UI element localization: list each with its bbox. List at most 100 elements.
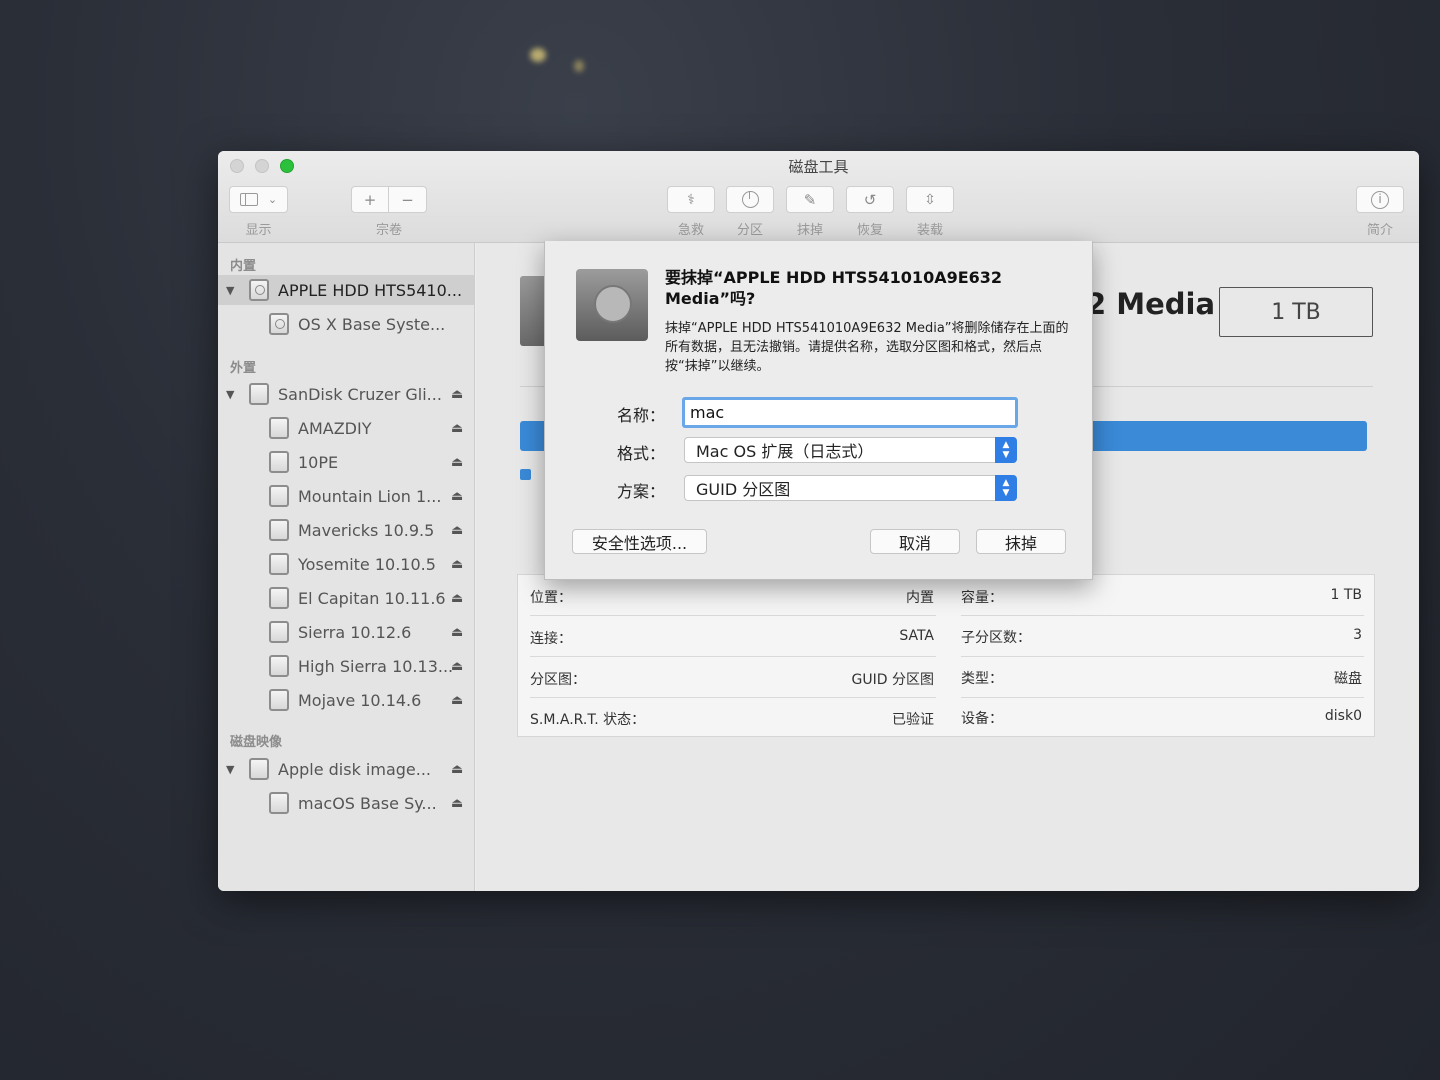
- sidebar-item-label: High Sierra 10.13...: [298, 656, 454, 676]
- sidebar-item-label: Mountain Lion 1...: [298, 486, 442, 506]
- sidebar-item-yosemite[interactable]: Yosemite 10.10.5 ⏏: [218, 549, 474, 579]
- capacity-value: 1 TB: [1330, 587, 1362, 603]
- partition-button[interactable]: [726, 186, 774, 213]
- scheme-label: 方案：: [616, 482, 665, 501]
- disclosure-triangle-icon[interactable]: ▼: [226, 388, 234, 401]
- sidebar: 内置 ▼ APPLE HDD HTS5410... OS X Base Syst…: [218, 243, 475, 891]
- restore-button[interactable]: ↺: [846, 186, 894, 213]
- row-divider: [961, 697, 1364, 698]
- titlebar: 磁盘工具 ⌄ 显示 + − 宗卷 ⚕ 急救 分区 ✎ 抹掉 ↺ 恢复 ⇳ 装载 …: [218, 151, 1419, 243]
- eject-icon[interactable]: ⏏: [451, 387, 463, 402]
- erase-toolbar-label: 抹掉: [796, 223, 823, 238]
- sidebar-item-amazdiy[interactable]: AMAZDIY ⏏: [218, 413, 474, 443]
- erase-toolbar-button[interactable]: ✎: [786, 186, 834, 213]
- background-light-reflection-2: [574, 60, 584, 72]
- view-control[interactable]: ⌄: [229, 186, 288, 213]
- format-select[interactable]: Mac OS 扩展（日志式） ▲ ▼: [684, 437, 1017, 463]
- row-divider: [530, 697, 936, 698]
- sidebar-item-mountain-lion[interactable]: Mountain Lion 1... ⏏: [218, 481, 474, 511]
- volume-label: 宗卷: [375, 223, 402, 238]
- add-volume-button[interactable]: +: [351, 186, 389, 213]
- smart-status-label: S.M.A.R.T. 状态：: [530, 712, 646, 728]
- sidebar-item-label: OS X Base Syste...: [298, 314, 446, 334]
- sidebar-item-sandisk[interactable]: ▼ SanDisk Cruzer Gli... ⏏: [218, 379, 474, 409]
- eject-icon[interactable]: ⏏: [451, 455, 463, 470]
- disclosure-triangle-icon[interactable]: ▼: [226, 763, 234, 776]
- first-aid-label: 急救: [677, 223, 704, 238]
- name-input[interactable]: [682, 397, 1018, 428]
- sidebar-item-macos-base-system[interactable]: macOS Base Sy... ⏏: [218, 788, 474, 818]
- sidebar-section-internal: 内置: [230, 259, 257, 274]
- volume-controls: + −: [351, 186, 427, 213]
- sidebar-item-label: El Capitan 10.11.6: [298, 588, 446, 608]
- row-divider: [961, 615, 1364, 616]
- sidebar-item-high-sierra[interactable]: High Sierra 10.13... ⏏: [218, 651, 474, 681]
- disclosure-triangle-icon[interactable]: ▼: [226, 284, 234, 297]
- sidebar-item-apple-hdd[interactable]: ▼ APPLE HDD HTS5410...: [218, 275, 474, 305]
- eject-icon[interactable]: ⏏: [451, 557, 463, 572]
- volume-icon: [269, 689, 289, 711]
- capacity-badge: 1 TB: [1219, 287, 1373, 337]
- restore-label: 恢复: [856, 223, 883, 238]
- eject-icon[interactable]: ⏏: [451, 489, 463, 504]
- format-label: 格式：: [616, 444, 665, 463]
- eject-icon[interactable]: ⏏: [451, 625, 463, 640]
- child-count-label: 子分区数：: [961, 630, 1031, 646]
- first-aid-button[interactable]: ⚕: [667, 186, 715, 213]
- eject-icon[interactable]: ⏏: [451, 693, 463, 708]
- volume-icon: [269, 519, 289, 541]
- sidebar-item-label: APPLE HDD HTS5410...: [278, 280, 463, 300]
- sidebar-section-disk-images: 磁盘映像: [230, 735, 283, 750]
- pencil-icon: ✎: [803, 190, 817, 209]
- eject-icon[interactable]: ⏏: [451, 762, 463, 777]
- capacity-label: 容量：: [961, 590, 1003, 606]
- volume-icon: [269, 621, 289, 643]
- dialog-description: 抹掉“APPLE HDD HTS541010A9E632 Media”将删除储存…: [665, 321, 1069, 374]
- eject-icon[interactable]: ⏏: [451, 523, 463, 538]
- sidebar-item-sierra[interactable]: Sierra 10.12.6 ⏏: [218, 617, 474, 647]
- scheme-select-value: GUID 分区图: [696, 480, 791, 499]
- sidebar-item-apple-disk-image[interactable]: ▼ Apple disk image... ⏏: [218, 754, 474, 784]
- info-button[interactable]: i: [1356, 186, 1404, 213]
- dialog-title: 要抹掉“APPLE HDD HTS541010A9E632 Media”吗?: [665, 268, 1003, 308]
- pie-chart-icon: [741, 191, 759, 208]
- sidebar-item-mavericks[interactable]: Mavericks 10.9.5 ⏏: [218, 515, 474, 545]
- cancel-button[interactable]: 取消: [870, 529, 960, 554]
- remove-volume-button[interactable]: −: [389, 186, 427, 213]
- sidebar-item-os-x-base-system[interactable]: OS X Base Syste...: [218, 309, 474, 339]
- window-title: 磁盘工具: [788, 158, 849, 176]
- volume-icon: [269, 451, 289, 473]
- volume-icon: [269, 485, 289, 507]
- info-label: 简介: [1366, 223, 1393, 238]
- sidebar-item-el-capitan[interactable]: El Capitan 10.11.6 ⏏: [218, 583, 474, 613]
- partition-map-label: 分区图：: [530, 672, 586, 688]
- location-label: 位置：: [530, 590, 572, 606]
- scheme-select[interactable]: GUID 分区图 ▲ ▼: [684, 475, 1017, 501]
- format-select-value: Mac OS 扩展（日志式）: [696, 442, 874, 461]
- location-value: 内置: [906, 590, 934, 606]
- sidebar-item-mojave[interactable]: Mojave 10.14.6 ⏏: [218, 685, 474, 715]
- updown-chevron-icon: ▲ ▼: [995, 475, 1017, 501]
- eject-icon[interactable]: ⏏: [451, 659, 463, 674]
- security-options-button[interactable]: 安全性选项...: [572, 529, 707, 554]
- background-light-reflection: [530, 48, 546, 62]
- mount-button[interactable]: ⇳: [906, 186, 954, 213]
- sidebar-item-label: macOS Base Sy...: [298, 793, 437, 813]
- partition-label: 分区: [736, 223, 763, 238]
- device-value: disk0: [1324, 708, 1362, 724]
- sidebar-item-label: 10PE: [298, 452, 339, 472]
- stethoscope-icon: ⚕: [687, 191, 695, 208]
- eject-icon[interactable]: ⏏: [451, 421, 463, 436]
- row-divider: [530, 615, 936, 616]
- sidebar-item-10pe[interactable]: 10PE ⏏: [218, 447, 474, 477]
- eject-icon[interactable]: ⏏: [451, 591, 463, 606]
- sidebar-item-label: Mavericks 10.9.5: [298, 520, 435, 540]
- name-label: 名称：: [616, 406, 665, 425]
- connection-label: 连接：: [530, 631, 572, 647]
- view-button[interactable]: ⌄: [229, 186, 288, 213]
- connection-value: SATA: [899, 628, 934, 644]
- erase-button[interactable]: 抹掉: [976, 529, 1066, 554]
- eject-icon[interactable]: ⏏: [451, 796, 463, 811]
- sidebar-item-label: AMAZDIY: [298, 418, 372, 438]
- row-divider: [961, 656, 1364, 657]
